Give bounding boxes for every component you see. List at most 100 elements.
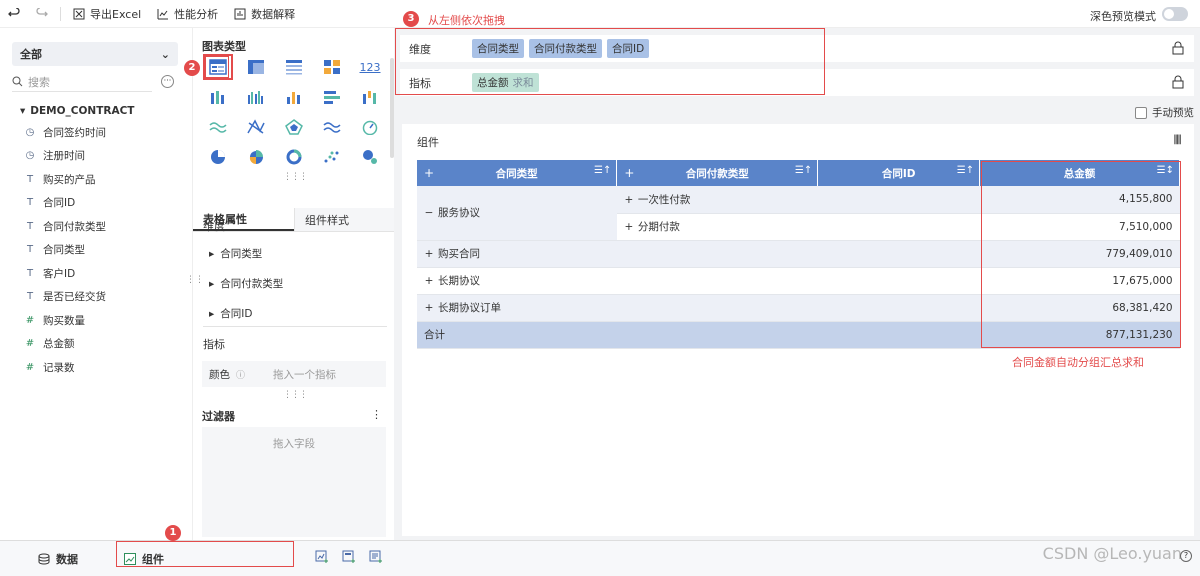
table-cell[interactable]: + 长期协议订单 [417,294,617,322]
gauge-icon[interactable] [357,116,383,138]
add-text-component-icon[interactable] [369,550,383,564]
lock-icon[interactable] [1172,75,1184,89]
color-drop-zone[interactable]: 颜色 ⓘ 拖入一个指标 [202,361,386,387]
perf-analysis-button[interactable]: 性能分析 [149,6,226,22]
sort-icon[interactable]: ☰↑ [795,165,812,176]
collapse-icon: ▾ [20,105,26,117]
bubble-chart-icon[interactable] [357,146,383,168]
number-type-icon: # [25,361,35,373]
header-cell[interactable]: + 合同类型 ☰↑ [417,160,618,186]
waterfall-icon[interactable] [357,86,383,108]
sort-icon[interactable]: ☰↑ [957,165,974,176]
table-cell[interactable]: + 分期付款 [616,213,818,241]
header-cell[interactable]: 合同ID ☰↑ [817,160,981,186]
expand-icon[interactable]: + [424,275,434,287]
chevron-down-icon: ⌄ [160,47,170,61]
explain-icon [234,8,246,19]
table-cell[interactable]: + 购买合同 [417,240,617,268]
rose-chart-icon[interactable] [243,146,269,168]
clock-icon: ◷ [25,126,35,138]
field-item[interactable]: # 购买数量 [24,310,85,330]
cross-table-icon[interactable] [243,56,269,78]
expand-icon[interactable]: + [624,166,634,180]
field-item[interactable]: T 客户ID [24,263,75,283]
field-item[interactable]: ◷ 注册时间 [24,146,85,166]
stacked-column-icon[interactable] [205,86,231,108]
scatter-chart-icon[interactable] [319,146,345,168]
search-input[interactable]: 搜索 [12,72,152,92]
resize-handle-icon[interactable]: ⋮⋮⋮ [283,172,308,182]
field-item[interactable]: T 是否已经交货 [24,287,106,307]
tab-data[interactable]: 数据 [38,551,78,567]
dimension-section-title: 维度 [203,220,225,233]
add-filter-component-icon[interactable] [342,550,356,564]
filter-title: 过滤器 [202,410,235,423]
undo-button[interactable] [0,7,28,20]
field-item[interactable]: T 合同付款类型 [24,216,106,236]
header-label: 合同类型 [495,167,538,180]
filter-placeholder: 拖入字段 [273,438,315,450]
more-icon[interactable]: ··· [161,75,174,88]
pie-chart-icon[interactable] [205,146,231,168]
tab-component-style[interactable]: 组件样式 [294,208,395,231]
area-chart-icon[interactable] [319,116,345,138]
lock-icon[interactable] [1172,41,1184,55]
field-item[interactable]: # 记录数 [24,357,75,377]
dimension-item-label: 合同付款类型 [220,278,284,290]
dimension-item[interactable]: ▸ 合同付款类型 [209,276,283,291]
cell-value: 分期付款 [637,221,680,233]
perf-analysis-label: 性能分析 [174,7,219,21]
dataset-selector[interactable]: 全部 ⌄ [12,42,178,66]
dataset-name: DEMO_CONTRACT [30,105,135,117]
detail-table-icon[interactable] [281,56,307,78]
resize-handle-icon[interactable]: ⋮⋮⋮ [283,390,308,400]
collapse-icon[interactable]: − [424,207,434,219]
filter-drop-zone[interactable]: 拖入字段 [202,427,386,537]
field-label: 是否已经交货 [43,291,106,303]
field-item[interactable]: T 合同类型 [24,240,85,260]
dark-preview-toggle[interactable] [1162,7,1188,21]
field-item[interactable]: # 总金额 [24,334,75,354]
grouped-column-icon[interactable] [243,86,269,108]
sort-icon[interactable]: ☰↑ [594,165,611,176]
field-item[interactable]: ◷ 合同签约时间 [24,122,106,142]
expand-icon[interactable]: + [624,221,634,233]
expand-icon[interactable]: + [424,248,434,260]
dataset-title[interactable]: ▾ DEMO_CONTRACT [20,105,134,117]
table-cell [616,240,818,268]
redo-button[interactable] [28,7,56,20]
header-cell[interactable]: + 合同付款类型 ☰↑ [616,160,819,186]
table-cell[interactable]: + 一次性付款 [616,186,818,214]
expand-icon[interactable]: + [424,302,434,314]
table-cell[interactable]: + 长期协议 [417,267,617,295]
field-item[interactable]: T 合同ID [24,193,75,213]
step-badge-1: 1 [165,525,181,541]
text-type-icon: T [26,267,34,279]
kpi-card-icon[interactable] [319,56,345,78]
add-component-icon[interactable] [315,550,329,564]
radar-chart-icon[interactable] [281,116,307,138]
donut-chart-icon[interactable] [281,146,307,168]
expand-icon[interactable]: + [424,166,434,180]
more-vertical-icon[interactable]: ⋮ [371,408,382,421]
number-card-icon[interactable]: 123 [357,56,383,78]
radar-line-icon[interactable] [243,116,269,138]
expand-icon[interactable]: + [624,194,634,206]
manual-preview-checkbox[interactable] [1135,106,1147,119]
dimension-item[interactable]: ▸ 合同类型 [209,246,262,261]
dimension-item[interactable]: ▸ 合同ID [209,306,252,321]
column-chart-icon[interactable] [281,86,307,108]
column-settings-icon[interactable]: ||||| [1173,134,1182,145]
data-explain-button[interactable]: 数据解释 [226,6,303,22]
field-item[interactable]: T 购买的产品 [24,169,96,189]
text-type-icon: T [26,244,34,255]
help-icon[interactable]: ? [1180,550,1192,562]
manual-preview[interactable]: 手动预览 [1135,105,1194,120]
search-icon [12,76,23,87]
table-cell [817,321,980,349]
line-chart-icon[interactable] [205,116,231,138]
bar-chart-icon[interactable] [319,86,345,108]
redo-icon [36,7,48,16]
table-cell[interactable]: − 服务协议 [417,186,617,241]
export-excel-button[interactable]: 导出Excel [65,6,149,22]
